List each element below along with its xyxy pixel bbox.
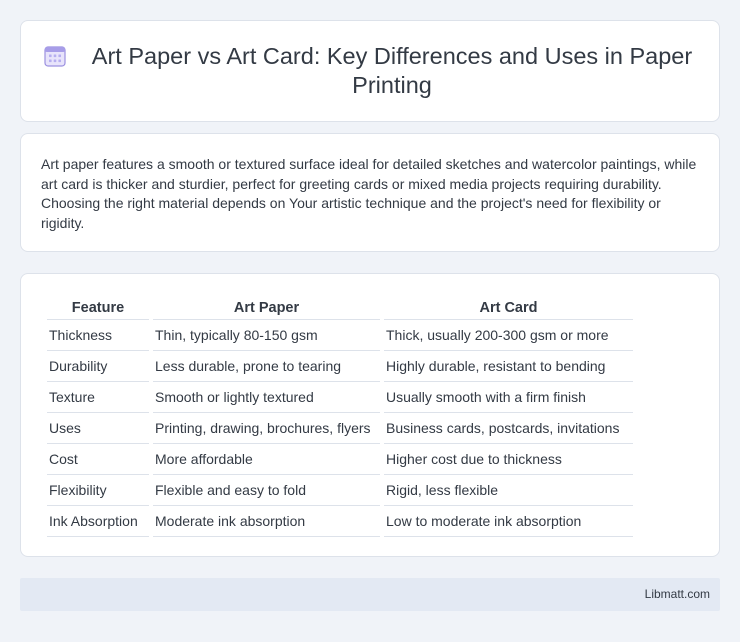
cell-art-card: Highly durable, resistant to bending — [384, 351, 633, 382]
table-row: Flexibility Flexible and easy to fold Ri… — [47, 475, 633, 506]
cell-art-card: Thick, usually 200-300 gsm or more — [384, 320, 633, 351]
intro-card: Art paper features a smooth or textured … — [20, 133, 720, 252]
table-row: Durability Less durable, prone to tearin… — [47, 351, 633, 382]
comparison-card: Feature Art Paper Art Card Thickness Thi… — [20, 273, 720, 557]
cell-art-paper: Smooth or lightly textured — [153, 382, 380, 413]
table-header-row: Feature Art Paper Art Card — [47, 295, 633, 320]
cell-art-paper: Flexible and easy to fold — [153, 475, 380, 506]
cell-feature: Texture — [47, 382, 149, 413]
cell-art-card: Usually smooth with a firm finish — [384, 382, 633, 413]
footer-bar: Libmatt.com — [20, 578, 720, 611]
table-row: Thickness Thin, typically 80-150 gsm Thi… — [47, 320, 633, 351]
cell-art-paper: Printing, drawing, brochures, flyers — [153, 413, 380, 444]
table-row: Cost More affordable Higher cost due to … — [47, 444, 633, 475]
cell-art-card: Low to moderate ink absorption — [384, 506, 633, 537]
table-row: Ink Absorption Moderate ink absorption L… — [47, 506, 633, 537]
calendar-icon — [44, 46, 66, 67]
cell-art-card: Rigid, less flexible — [384, 475, 633, 506]
cell-art-paper: Moderate ink absorption — [153, 506, 380, 537]
cell-feature: Durability — [47, 351, 149, 382]
cell-art-card: Business cards, postcards, invitations — [384, 413, 633, 444]
cell-feature: Flexibility — [47, 475, 149, 506]
cell-art-card: Higher cost due to thickness — [384, 444, 633, 475]
column-header-feature: Feature — [47, 295, 149, 320]
table-row: Texture Smooth or lightly textured Usual… — [47, 382, 633, 413]
cell-art-paper: Thin, typically 80-150 gsm — [153, 320, 380, 351]
column-header-art-paper: Art Paper — [153, 295, 380, 320]
cell-feature: Thickness — [47, 320, 149, 351]
intro-paragraph: Art paper features a smooth or textured … — [41, 156, 697, 231]
cell-art-paper: Less durable, prone to tearing — [153, 351, 380, 382]
table-row: Uses Printing, drawing, brochures, flyer… — [47, 413, 633, 444]
header-card: Art Paper vs Art Card: Key Differences a… — [20, 20, 720, 122]
column-header-art-card: Art Card — [384, 295, 633, 320]
cell-art-paper: More affordable — [153, 444, 380, 475]
cell-feature: Cost — [47, 444, 149, 475]
page-title: Art Paper vs Art Card: Key Differences a… — [91, 43, 693, 98]
cell-feature: Ink Absorption — [47, 506, 149, 537]
site-link[interactable]: Libmatt.com — [645, 587, 710, 601]
comparison-table: Feature Art Paper Art Card Thickness Thi… — [43, 295, 637, 537]
cell-feature: Uses — [47, 413, 149, 444]
